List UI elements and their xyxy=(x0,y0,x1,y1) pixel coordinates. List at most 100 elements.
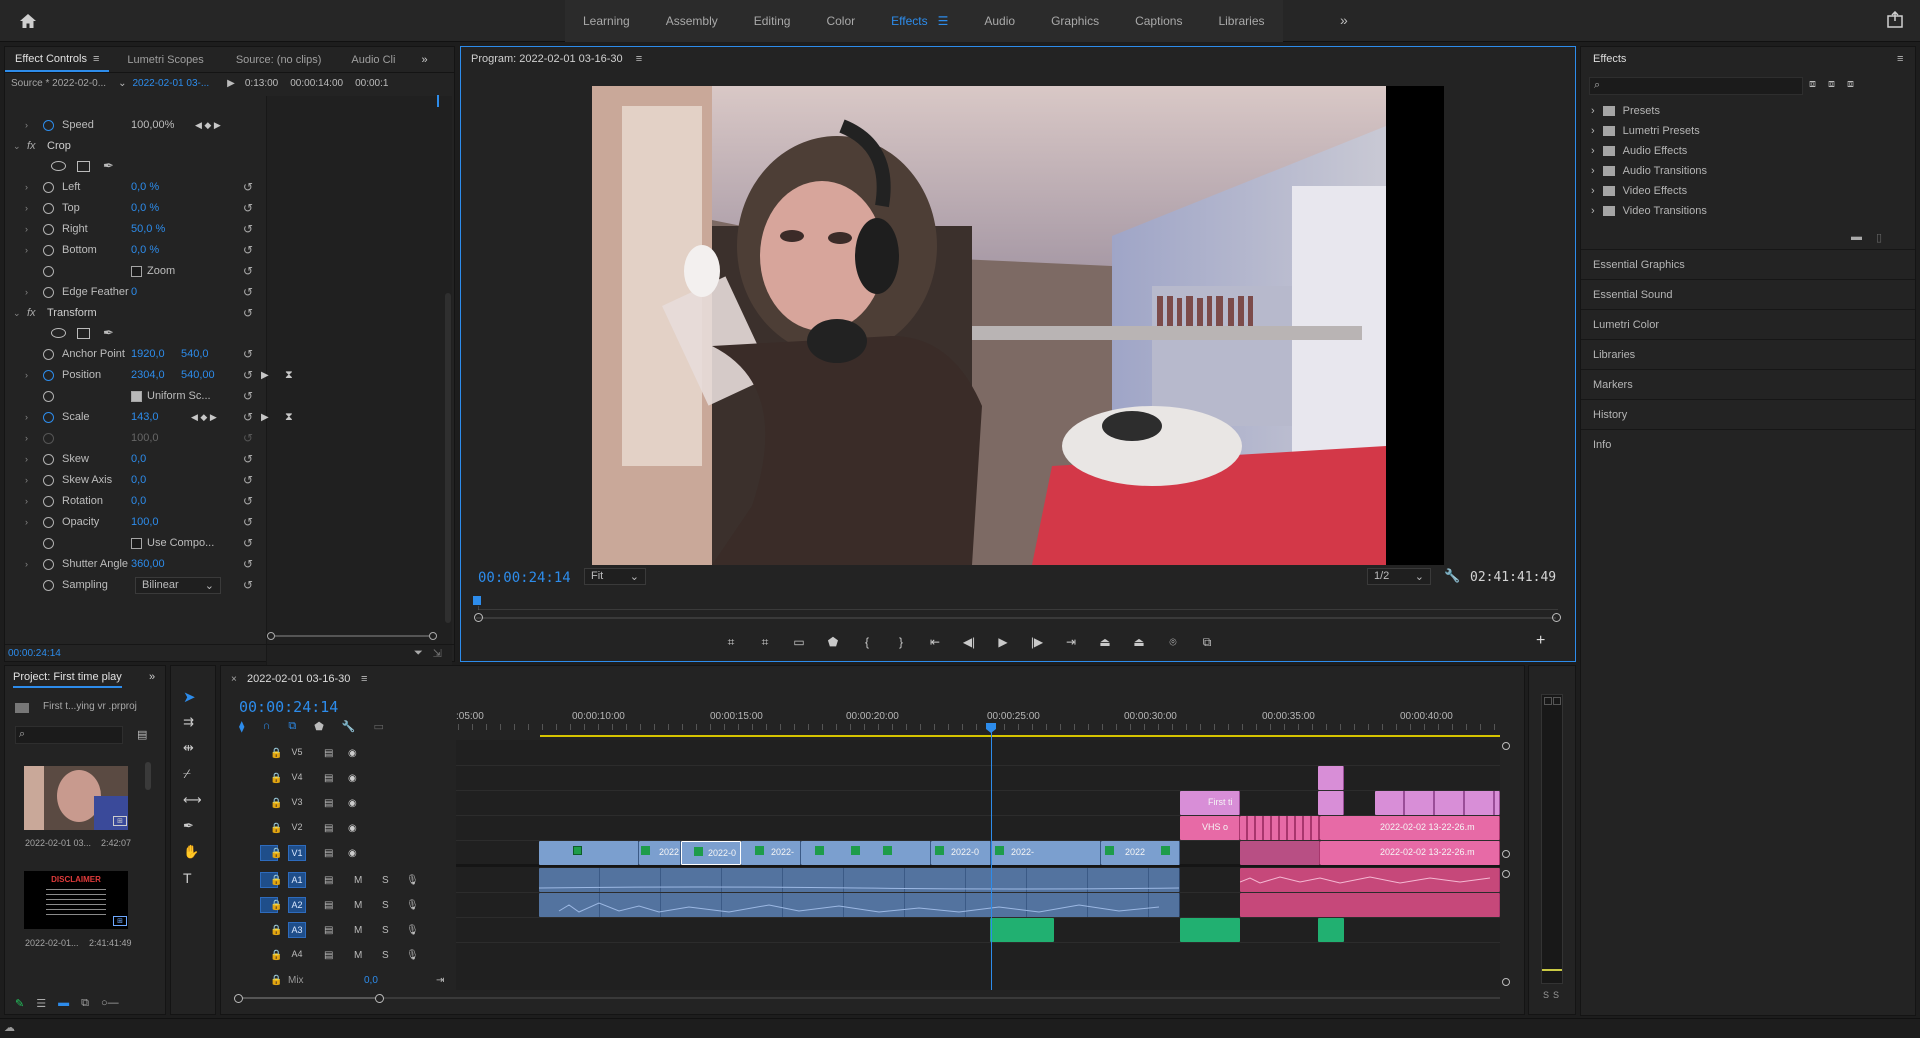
graphic-clip[interactable] xyxy=(1318,766,1344,790)
transform-effect-row[interactable]: ⌄ fx Transform ↺ xyxy=(5,303,267,323)
timeline-horizontal-scroll[interactable] xyxy=(384,997,1500,999)
tab-graphics[interactable]: Graphics xyxy=(1033,0,1117,42)
panel-more-icon[interactable]: » xyxy=(149,671,155,683)
eye-icon[interactable]: ◉ xyxy=(348,773,357,784)
lock-icon[interactable]: 🔒 xyxy=(270,748,282,759)
section-essential-graphics[interactable]: Essential Graphics xyxy=(1593,259,1685,271)
reset-icon[interactable]: ↺ xyxy=(243,201,253,215)
panel-menu-icon[interactable]: ≡ xyxy=(636,53,642,65)
stopwatch-icon[interactable] xyxy=(43,286,54,298)
home-icon[interactable] xyxy=(18,12,38,30)
lock-icon[interactable]: 🔒 xyxy=(270,798,282,809)
audio-clip-a1[interactable] xyxy=(539,868,1180,892)
lock-icon[interactable]: 🔒 xyxy=(270,823,282,834)
snap-icon[interactable]: ∩ xyxy=(262,720,270,733)
program-zoom-bar[interactable] xyxy=(476,617,1556,619)
chevron-down-icon[interactable]: ⌄ xyxy=(118,78,126,89)
scale-value[interactable]: 143,0 xyxy=(131,411,159,423)
extract-icon[interactable]: ⏏ xyxy=(1128,633,1150,651)
play-icon[interactable]: ▶ xyxy=(227,78,235,89)
ec-playhead[interactable] xyxy=(437,95,439,107)
zoom-checkbox[interactable] xyxy=(131,265,142,277)
safe-margins-icon[interactable]: ⌗ xyxy=(754,633,776,651)
lock-icon[interactable]: 🔒 xyxy=(270,950,282,961)
slip-tool-icon[interactable]: ⟷ xyxy=(183,792,202,808)
yuv-effects-icon[interactable]: ⧈ xyxy=(1847,78,1854,91)
pencil-icon[interactable]: ✎ xyxy=(15,997,24,1010)
stopwatch-icon[interactable] xyxy=(43,453,54,465)
stopwatch-icon[interactable] xyxy=(43,202,54,214)
skew-axis-value[interactable]: 0,0 xyxy=(131,474,146,486)
anchor-x-value[interactable]: 1920,0 xyxy=(131,348,165,360)
audio-clip-a2[interactable] xyxy=(539,893,1180,917)
reset-icon[interactable]: ↺ xyxy=(243,347,253,361)
step-back-icon[interactable]: ◀| xyxy=(958,633,980,651)
program-ruler[interactable] xyxy=(477,600,1558,610)
reset-icon[interactable]: ↺ xyxy=(243,473,253,487)
reset-icon[interactable]: ↺ xyxy=(243,222,253,236)
solo-button[interactable]: S xyxy=(382,875,389,886)
stopwatch-icon[interactable] xyxy=(43,495,54,507)
section-markers[interactable]: Markers xyxy=(1593,379,1633,391)
tab-effects[interactable]: Effects ☰ xyxy=(873,0,966,42)
use-composition-checkbox[interactable] xyxy=(131,537,142,549)
folder-presets[interactable]: › Presets xyxy=(1591,102,1660,120)
uniform-scale-checkbox[interactable] xyxy=(131,390,142,402)
folder-video-effects[interactable]: › Video Effects xyxy=(1591,182,1687,200)
tab-audio[interactable]: Audio xyxy=(966,0,1033,42)
program-video-frame[interactable] xyxy=(592,86,1386,565)
lock-icon[interactable]: 🔒 xyxy=(270,900,282,911)
add-marker-icon[interactable]: ⬟ xyxy=(314,720,324,733)
reset-icon[interactable]: ↺ xyxy=(243,243,253,257)
program-playhead[interactable] xyxy=(473,596,481,605)
freeform-view-icon[interactable]: ⧉ xyxy=(81,997,89,1010)
sync-lock-icon[interactable]: ▤ xyxy=(324,950,333,961)
zoom-handle-left[interactable] xyxy=(267,632,275,640)
go-to-end-icon[interactable]: ⇥ xyxy=(436,975,444,986)
tab-audio-clip[interactable]: Audio Cli xyxy=(341,54,405,66)
go-to-in-icon[interactable]: ⇤ xyxy=(924,633,946,651)
mute-button[interactable]: M xyxy=(354,950,362,961)
microphone-icon[interactable]: 🎙 xyxy=(406,900,419,911)
crop-right-value[interactable]: 50,0 % xyxy=(131,223,165,235)
zoom-slider[interactable]: ○— xyxy=(101,997,119,1009)
section-history[interactable]: History xyxy=(1593,409,1627,421)
ec-timecode[interactable]: 00:00:24:14 xyxy=(8,648,61,659)
play-icon[interactable]: ▶ xyxy=(992,633,1014,651)
lock-icon[interactable]: 🔒 xyxy=(270,875,282,886)
crop-left-value[interactable]: 0,0 % xyxy=(131,181,159,193)
audio-clip-a3[interactable] xyxy=(1318,918,1344,942)
reset-icon[interactable]: ↺ xyxy=(243,368,253,382)
skew-value[interactable]: 0,0 xyxy=(131,453,146,465)
mute-button[interactable]: M xyxy=(354,900,362,911)
stopwatch-icon[interactable] xyxy=(43,348,54,360)
ec-zoom-bar[interactable] xyxy=(267,632,437,640)
stopwatch-icon[interactable] xyxy=(43,579,54,591)
export-icon[interactable]: ⇲ xyxy=(433,647,442,660)
stopwatch-icon[interactable] xyxy=(43,411,54,423)
timeline-playhead[interactable] xyxy=(991,723,992,990)
section-essential-sound[interactable]: Essential Sound xyxy=(1593,289,1673,301)
anchor-y-value[interactable]: 540,0 xyxy=(181,348,209,360)
video-clip[interactable]: 2022- xyxy=(991,841,1101,865)
linked-selection-icon[interactable]: ⧉ xyxy=(288,720,296,733)
new-bin-icon[interactable]: ▬ xyxy=(1851,231,1862,244)
opacity-value[interactable]: 100,0 xyxy=(131,516,159,528)
track-select-tool-icon[interactable]: ⇉ xyxy=(183,714,194,730)
video-clip[interactable] xyxy=(1240,816,1320,840)
timeline-zoom-bar[interactable] xyxy=(234,993,384,1003)
trash-icon[interactable]: ▯ xyxy=(1876,231,1882,244)
audio-clip[interactable] xyxy=(1240,893,1500,917)
reset-icon[interactable]: ↺ xyxy=(243,536,253,550)
tab-effect-controls[interactable]: Effect Controls ≡ xyxy=(5,48,110,72)
reset-icon[interactable]: ↺ xyxy=(243,557,253,571)
pen-mask-icon[interactable]: ✒ xyxy=(103,158,114,174)
reset-icon[interactable]: ↺ xyxy=(243,389,253,403)
tab-captions[interactable]: Captions xyxy=(1117,0,1200,42)
mix-value[interactable]: 0,0 xyxy=(364,975,378,986)
eye-icon[interactable]: ◉ xyxy=(348,748,357,759)
section-lumetri-color[interactable]: Lumetri Color xyxy=(1593,319,1659,331)
keyframe-next-icon[interactable]: ▶ xyxy=(261,370,269,381)
reset-icon[interactable]: ↺ xyxy=(243,578,253,592)
workspace-more-button[interactable]: » xyxy=(1340,12,1348,28)
